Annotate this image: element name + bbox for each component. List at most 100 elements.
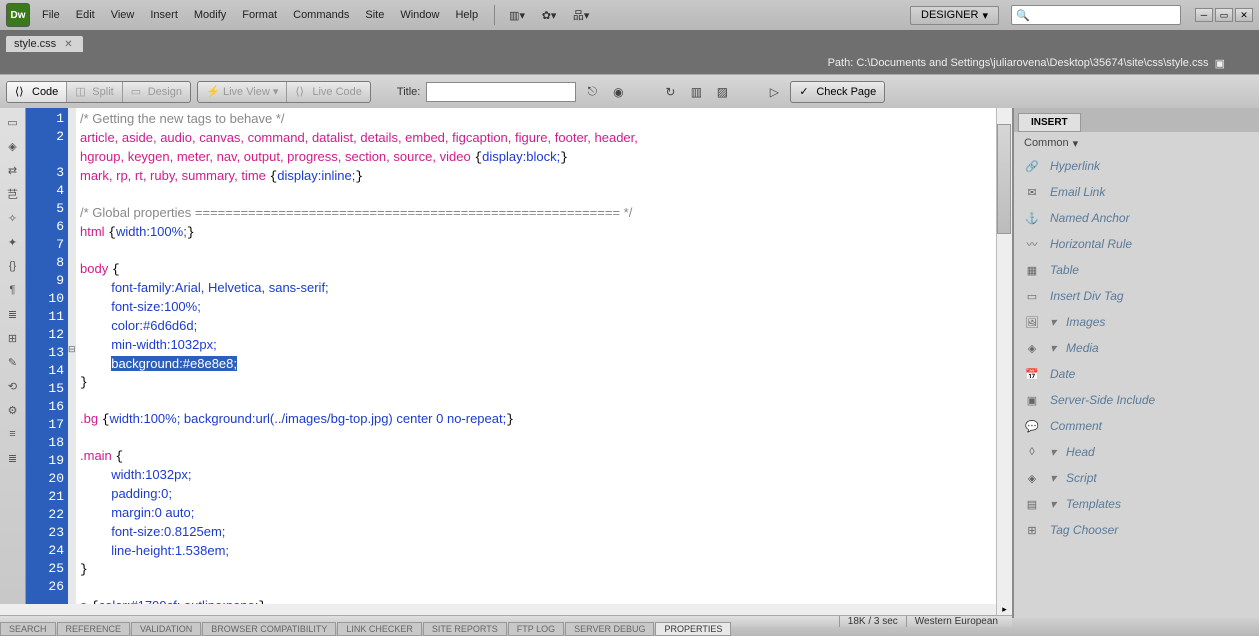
insert-named-anchor[interactable]: ⚓ Named Anchor — [1024, 208, 1249, 228]
tool-icon[interactable]: ▭ — [5, 114, 21, 130]
document-tabs: style.css ✕ — [0, 30, 1259, 52]
tool-icon[interactable]: ▷ — [764, 82, 784, 102]
item-label: Head — [1066, 445, 1095, 459]
chevron-down-icon: ▾ — [1050, 445, 1056, 459]
item-label: Named Anchor — [1050, 211, 1130, 225]
tool-icon[interactable]: ≣ — [5, 450, 21, 466]
tool-icon[interactable]: ◈ — [5, 138, 21, 154]
insert-tag-chooser[interactable]: ⊞Tag Chooser — [1024, 520, 1249, 540]
menu-view[interactable]: View — [103, 5, 143, 25]
tool-icon[interactable]: ✦ — [5, 234, 21, 250]
close-button[interactable]: ✕ — [1235, 8, 1253, 22]
insert-email-link[interactable]: ✉ Email Link — [1024, 182, 1249, 202]
item-icon: ✉ — [1024, 184, 1040, 200]
vertical-scrollbar[interactable] — [996, 108, 1012, 604]
code-editor[interactable]: ▭ ◈ ⇄ 芑 ✧ ✦ {} ¶ ≣ ⊞ ✎ ⟲ ⚙ ≡ ≣ 123456789… — [0, 108, 1012, 604]
tool-icon[interactable]: 芑 — [5, 186, 21, 202]
item-icon: ◊ — [1024, 444, 1040, 460]
bottom-tab-properties[interactable]: PROPERTIES — [655, 622, 731, 636]
tool-icon[interactable]: ◉ — [608, 82, 628, 102]
bottom-tab-server-debug[interactable]: SERVER DEBUG — [565, 622, 654, 636]
item-icon: 🖼 — [1024, 314, 1040, 330]
insert-server-side-include[interactable]: ▣Server-Side Include — [1024, 390, 1249, 410]
bottom-tab-site-reports[interactable]: SITE REPORTS — [423, 622, 507, 636]
refresh-icon[interactable]: ↻ — [660, 82, 680, 102]
maximize-button[interactable]: ▭ — [1215, 8, 1233, 22]
bottom-tab-link-checker[interactable]: LINK CHECKER — [337, 622, 422, 636]
insert-table[interactable]: ▦Table — [1024, 260, 1249, 280]
live-code-button[interactable]: ⟨⟩Live Code — [287, 82, 370, 102]
insert-templates[interactable]: ▤▾Templates — [1024, 494, 1249, 514]
live-view-button[interactable]: ⚡Live View▾ — [198, 82, 287, 102]
insert-tab[interactable]: INSERT — [1018, 113, 1081, 132]
item-icon: 💬 — [1024, 418, 1040, 434]
tool-icon[interactable]: ≡ — [5, 426, 21, 442]
tool-icon[interactable]: ⎋ — [582, 82, 602, 102]
menu-help[interactable]: Help — [447, 5, 486, 25]
menu-window[interactable]: Window — [392, 5, 447, 25]
menu-site[interactable]: Site — [357, 5, 392, 25]
document-tab[interactable]: style.css ✕ — [6, 36, 83, 52]
insert-media[interactable]: ◈▾Media — [1024, 338, 1249, 358]
workspace-switcher[interactable]: DESIGNER▾ — [910, 6, 999, 25]
item-icon: 📅 — [1024, 366, 1040, 382]
design-view-button[interactable]: ▭Design — [123, 82, 190, 102]
liveview-label: Live View — [223, 86, 270, 98]
tool-icon[interactable]: ≣ — [5, 306, 21, 322]
menu-insert[interactable]: Insert — [142, 5, 186, 25]
site-icon[interactable]: 品▾ — [567, 5, 595, 25]
path-bar: Path: C:\Documents and Settings\juliarov… — [0, 52, 1259, 74]
scrollbar-thumb[interactable] — [997, 124, 1011, 234]
tool-icon[interactable]: ¶ — [5, 282, 21, 298]
item-label: Images — [1066, 315, 1105, 329]
insert-images[interactable]: 🖼▾Images — [1024, 312, 1249, 332]
chevron-down-icon: ▾ — [1050, 341, 1056, 355]
menu-file[interactable]: File — [34, 5, 68, 25]
title-input[interactable] — [426, 82, 576, 102]
scroll-right-icon[interactable]: ▸ — [996, 604, 1012, 615]
tool-icon[interactable]: ⚙ — [5, 402, 21, 418]
insert-head[interactable]: ◊ ▾ Head — [1024, 442, 1249, 462]
menu-format[interactable]: Format — [234, 5, 285, 25]
tool-icon[interactable]: ⊞ — [5, 330, 21, 346]
item-icon: ⚓ — [1024, 210, 1040, 226]
insert-hyperlink[interactable]: 🔗Hyperlink — [1024, 156, 1249, 176]
tool-icon[interactable]: ✧ — [5, 210, 21, 226]
code-text[interactable]: /* Getting the new tags to behave */arti… — [76, 108, 996, 604]
bottom-tab-validation[interactable]: VALIDATION — [131, 622, 201, 636]
menu-edit[interactable]: Edit — [68, 5, 103, 25]
tool-icon[interactable]: ✎ — [5, 354, 21, 370]
layout-icon[interactable]: ▥▾ — [503, 5, 531, 25]
menu-modify[interactable]: Modify — [186, 5, 234, 25]
fold-column[interactable]: ⊟ — [68, 108, 76, 604]
tool-icon[interactable]: ▨ — [712, 82, 732, 102]
close-tab-icon[interactable]: ✕ — [64, 39, 72, 50]
insert-comment[interactable]: 💬Comment — [1024, 416, 1249, 436]
menu-commands[interactable]: Commands — [285, 5, 357, 25]
check-page-button[interactable]: ✓Check Page — [791, 82, 884, 102]
insert-panel: INSERT Common ▾ 🔗Hyperlink ✉ Email Link ⚓ Na… — [1012, 108, 1259, 618]
bottom-tab-browser-compatibility[interactable]: BROWSER COMPATIBILITY — [202, 622, 336, 636]
code-view-button[interactable]: ⟨⟩Code — [7, 82, 67, 102]
separator — [494, 5, 495, 25]
bottom-tab-reference[interactable]: REFERENCE — [57, 622, 131, 636]
insert-horizontal-rule[interactable]: 〰Horizontal Rule — [1024, 234, 1249, 254]
search-input[interactable]: 🔍 — [1011, 5, 1181, 25]
insert-insert-div-tag[interactable]: ▭Insert Div Tag — [1024, 286, 1249, 306]
tool-icon[interactable]: {} — [5, 258, 21, 274]
tool-icon[interactable]: ⟲ — [5, 378, 21, 394]
app-logo: Dw — [6, 3, 30, 27]
category-dropdown[interactable]: Common ▾ — [1014, 132, 1259, 154]
tool-icon[interactable]: ▥ — [686, 82, 706, 102]
insert-date[interactable]: 📅Date — [1024, 364, 1249, 384]
split-view-button[interactable]: ◫Split — [67, 82, 122, 102]
insert-script[interactable]: ◈▾Script — [1024, 468, 1249, 488]
extend-icon[interactable]: ✿▾ — [535, 5, 563, 25]
bottom-tab-search[interactable]: SEARCH — [0, 622, 56, 636]
document-toolbar: ⟨⟩Code ◫Split ▭Design ⚡Live View▾ ⟨⟩Live… — [0, 74, 1259, 108]
item-label: Email Link — [1050, 185, 1105, 199]
item-label: Tag Chooser — [1050, 523, 1118, 537]
minimize-button[interactable]: ─ — [1195, 8, 1213, 22]
bottom-tab-ftp-log[interactable]: FTP LOG — [508, 622, 564, 636]
tool-icon[interactable]: ⇄ — [5, 162, 21, 178]
